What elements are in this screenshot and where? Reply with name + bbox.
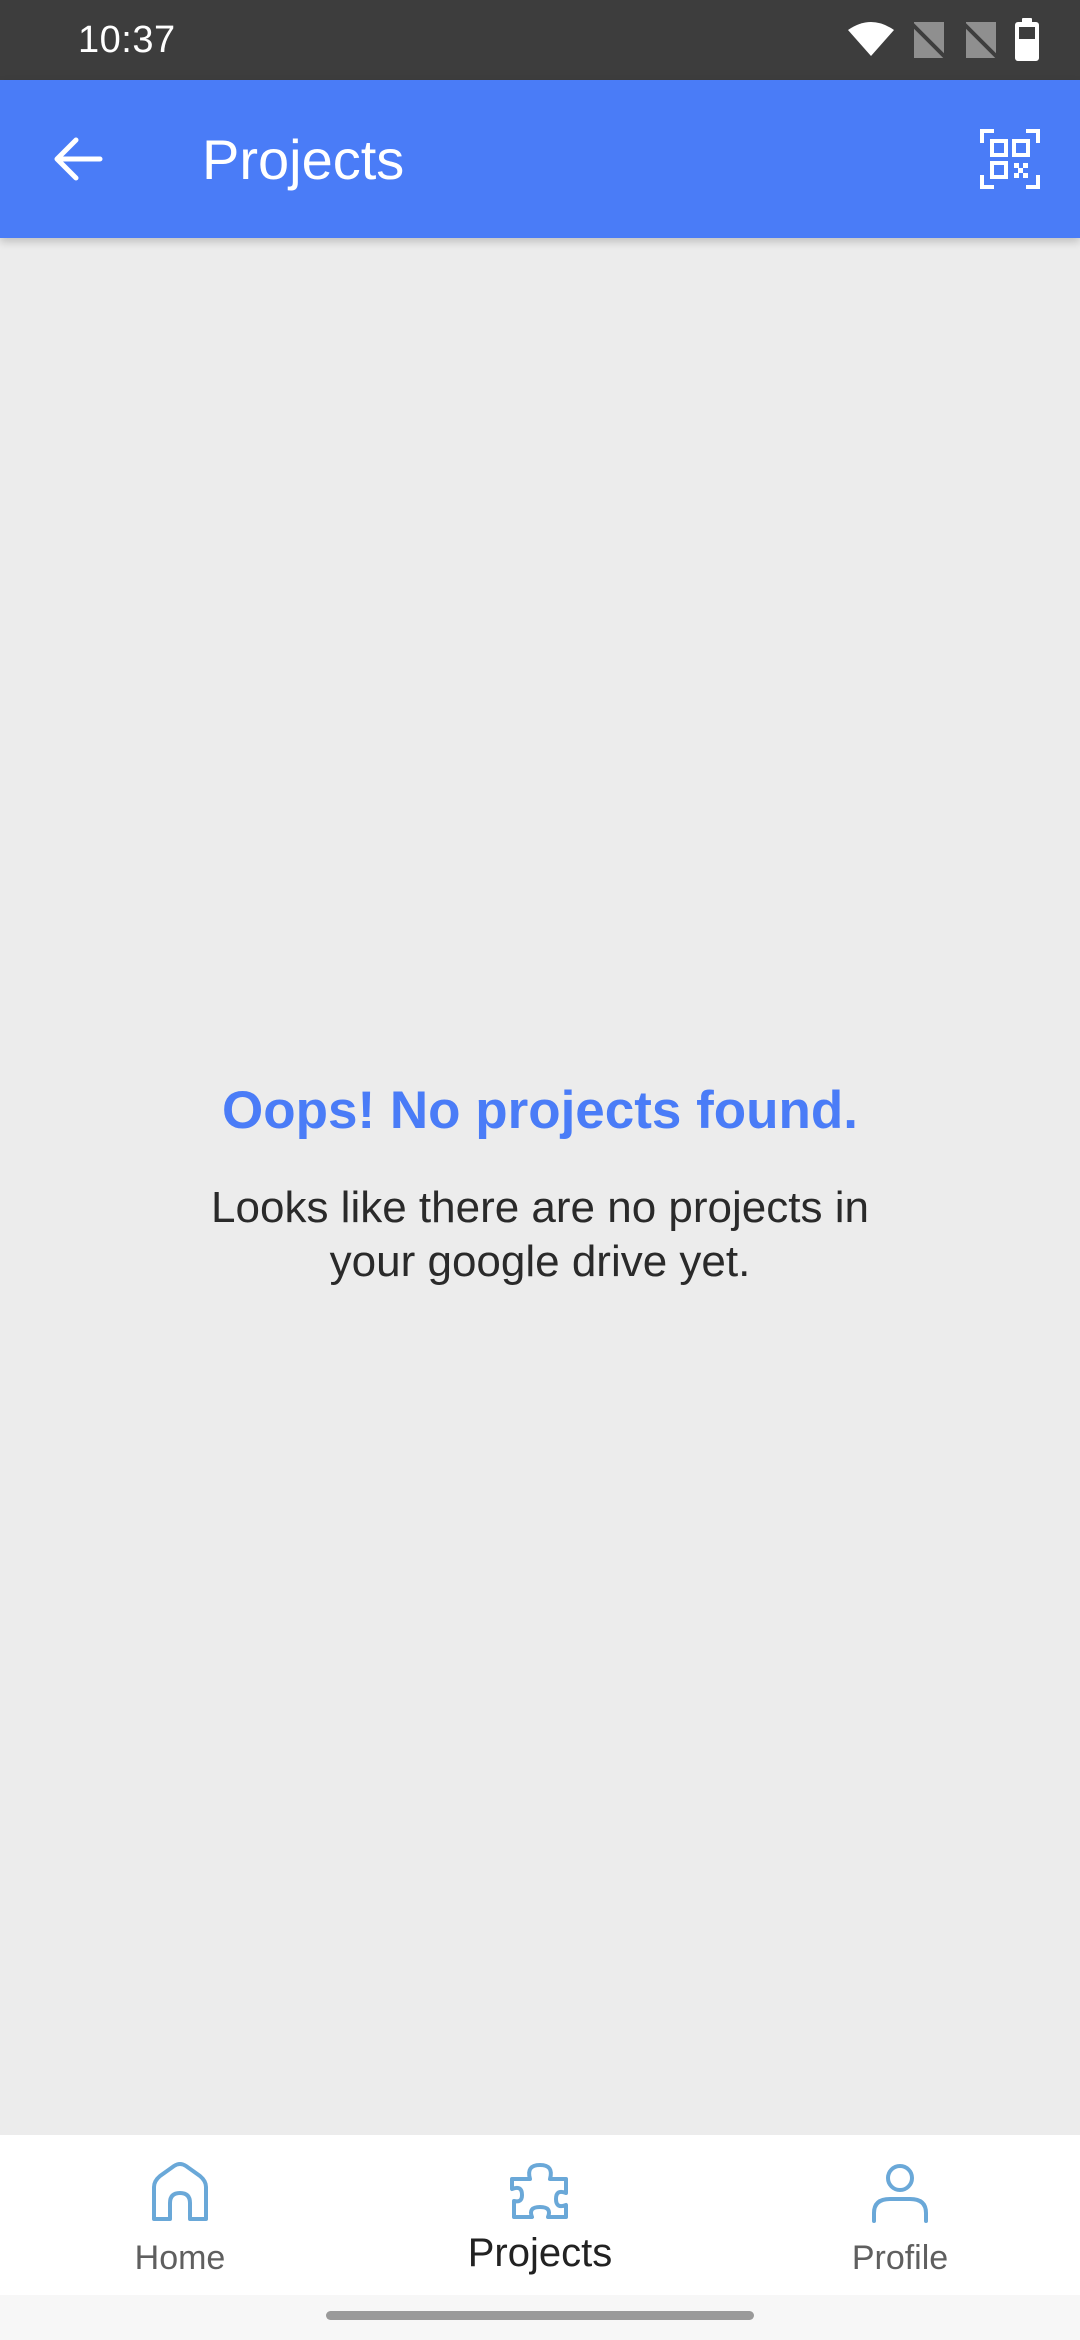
qr-code-scan-icon <box>980 129 1040 189</box>
nav-item-home[interactable]: Home <box>60 2135 300 2295</box>
person-icon <box>872 2164 928 2223</box>
empty-state-title: Oops! No projects found. <box>222 1081 858 1140</box>
gesture-handle[interactable] <box>326 2311 754 2320</box>
screen: 10:37 Projects Oops! No projects found. … <box>0 0 1080 2340</box>
no-sim-icon <box>962 22 1000 60</box>
arrow-left-icon <box>54 137 103 181</box>
puzzle-icon <box>510 2163 568 2219</box>
empty-state: Oops! No projects found. Looks like ther… <box>0 1080 1080 1289</box>
back-button[interactable] <box>38 119 118 199</box>
nav-label-projects: Projects <box>467 2231 613 2275</box>
empty-state-message: Looks like there are no projects in your… <box>211 1183 869 1286</box>
home-icon <box>152 2162 208 2221</box>
no-sim-icon <box>910 22 948 60</box>
nav-label-home: Home <box>134 2239 226 2277</box>
nav-item-projects[interactable]: Projects <box>420 2135 660 2295</box>
gesture-area <box>0 2295 1080 2340</box>
page-title: Projects <box>202 128 405 191</box>
qr-scan-button[interactable] <box>970 119 1050 199</box>
status-icons <box>846 18 1040 62</box>
app-bar: Projects <box>0 80 1080 238</box>
nav-label-profile: Profile <box>851 2239 949 2277</box>
battery-icon <box>1015 18 1039 61</box>
status-time: 10:37 <box>78 18 176 61</box>
status-bar: 10:37 <box>0 0 1080 80</box>
bottom-nav: Home Projects Profile <box>0 2135 1080 2295</box>
wifi-icon <box>848 22 894 56</box>
nav-item-profile[interactable]: Profile <box>780 2135 1020 2295</box>
